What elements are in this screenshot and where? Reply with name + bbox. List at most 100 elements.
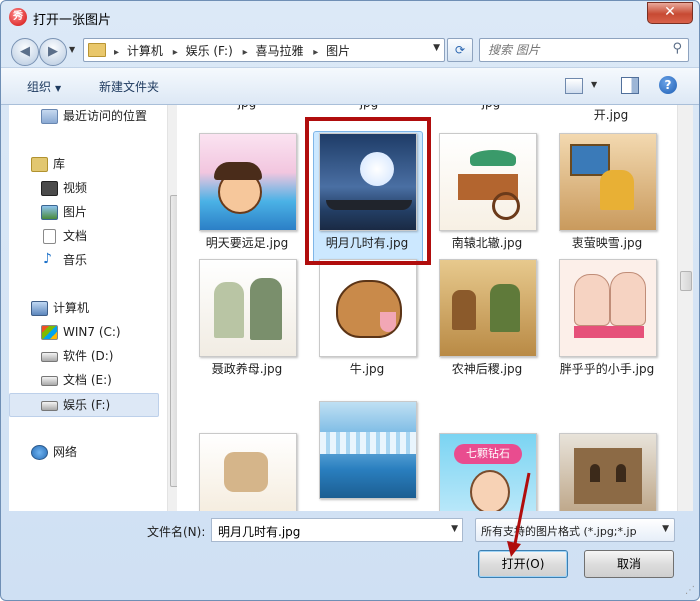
- thumbnail-sleeve-shape: [574, 326, 644, 338]
- pictures-icon: [41, 205, 58, 220]
- sidebar-item-pictures[interactable]: 图片: [9, 201, 157, 223]
- breadcrumb-pictures[interactable]: 图片: [326, 44, 350, 58]
- image-thumbnail: [199, 133, 297, 231]
- image-thumbnail: [439, 259, 537, 357]
- back-button[interactable]: ◀: [11, 38, 39, 66]
- thumbnail-wheel-shape: [492, 192, 520, 220]
- search-input[interactable]: [486, 41, 660, 59]
- sidebar-item-videos[interactable]: 视频: [9, 177, 157, 199]
- breadcrumb-drive-f[interactable]: 娱乐 (F:): [186, 44, 233, 58]
- file-item[interactable]: 胖乎乎的小手.jpg: [551, 245, 663, 395]
- sidebar-item-drive-e[interactable]: 文档 (E:): [9, 369, 157, 391]
- sidebar-item-recent-places[interactable]: 最近访问的位置: [9, 105, 157, 127]
- file-item[interactable]: [311, 395, 423, 511]
- file-item[interactable]: [551, 395, 663, 511]
- file-list-scrollbar-thumb[interactable]: [680, 271, 692, 291]
- image-thumbnail: [439, 133, 537, 231]
- close-button[interactable]: ✕: [647, 2, 693, 24]
- sidebar-item-label: 娱乐 (F:): [63, 398, 111, 412]
- chevron-down-icon[interactable]: ▼: [451, 524, 458, 534]
- sidebar-item-libraries[interactable]: 库: [9, 153, 157, 175]
- file-item[interactable]: 牛.jpg: [311, 245, 423, 395]
- image-thumbnail: [559, 433, 657, 511]
- file-name-partial: jpg: [435, 105, 547, 112]
- recent-places-icon: [41, 109, 58, 124]
- address-dropdown-icon[interactable]: ▼: [433, 43, 440, 53]
- dialog-title: 打开一张图片: [33, 13, 112, 28]
- sidebar-item-music[interactable]: ♪ 音乐: [9, 249, 157, 271]
- sidebar-item-label: 软件 (D:): [63, 349, 114, 363]
- organize-label: 组织: [27, 80, 52, 94]
- sidebar-item-label: 文档: [63, 229, 88, 243]
- preview-pane-icon[interactable]: [621, 77, 639, 94]
- filename-field[interactable]: [216, 522, 440, 540]
- sidebar-item-label: 图片: [63, 205, 88, 219]
- file-item[interactable]: [191, 395, 303, 511]
- file-name: 聂政养母.jpg: [211, 362, 283, 376]
- file-list: jpg jpg jpg 开.jpg 明天要远足.jpg 明月几时有.jpg: [177, 105, 677, 511]
- change-view-icon[interactable]: [565, 78, 583, 94]
- sidebar-item-label: 计算机: [53, 301, 90, 315]
- library-icon: [31, 157, 48, 172]
- search-icon[interactable]: ⚲: [672, 41, 682, 56]
- forward-arrow-icon: ▶: [48, 44, 58, 59]
- video-icon: [41, 181, 58, 196]
- file-name-partial: jpg: [313, 105, 425, 112]
- thumbnail-canopy-shape: [470, 150, 516, 166]
- breadcrumb-himalaya[interactable]: 喜马拉雅: [255, 44, 303, 58]
- recent-pages-dropdown-icon[interactable]: ▼: [69, 45, 75, 54]
- thumbnail-face-shape: [470, 470, 510, 511]
- sidebar-item-documents[interactable]: 文档: [9, 225, 157, 247]
- file-list-scrollbar[interactable]: [677, 105, 693, 511]
- refresh-button[interactable]: ⟳: [447, 38, 473, 62]
- sidebar-item-network[interactable]: 网络: [9, 441, 157, 463]
- thumbnail-moon-shape: [360, 152, 394, 186]
- help-icon[interactable]: ?: [659, 76, 677, 94]
- new-folder-button[interactable]: 新建文件夹: [99, 78, 159, 95]
- thumbnail-window-shape: [570, 144, 610, 176]
- network-icon: [31, 445, 48, 460]
- sidebar-item-drive-d[interactable]: 软件 (D:): [9, 345, 157, 367]
- thumbnail-window-shape: [590, 464, 600, 482]
- view-options-dropdown-icon[interactable]: ▼: [591, 80, 597, 89]
- resize-grip-icon[interactable]: ⋰: [685, 585, 695, 596]
- open-button[interactable]: 打开(O): [478, 550, 568, 578]
- toolbar: 组织 ▼ 新建文件夹 ▼ ?: [1, 67, 699, 105]
- thumbnail-hair-shape: [214, 162, 262, 180]
- thumbnail-waterfall-shape: [320, 432, 416, 454]
- sidebar-item-drive-c[interactable]: WIN7 (C:): [9, 321, 157, 343]
- organize-button[interactable]: 组织 ▼: [27, 78, 61, 95]
- navigation-pane: 最近访问的位置 库 视频 图片 文档 ♪ 音乐 计算机 WIN7 (C:) 软件…: [9, 105, 183, 511]
- thumbnail-figure-shape: [224, 452, 268, 492]
- search-box[interactable]: ⚲: [479, 38, 689, 62]
- thumbnail-figure-shape: [452, 290, 476, 330]
- sidebar-item-label: 文档 (E:): [63, 373, 112, 387]
- computer-icon: [31, 301, 48, 316]
- cancel-button[interactable]: 取消: [584, 550, 674, 578]
- breadcrumb-computer[interactable]: 计算机: [127, 44, 163, 58]
- breadcrumb-separator-icon[interactable]: ▸: [243, 47, 248, 58]
- address-bar[interactable]: ▸ 计算机 ▸ 娱乐 (F:) ▸ 喜马拉雅 ▸ 图片 ▼: [83, 38, 445, 62]
- thumbnail-hand-shape: [574, 274, 610, 326]
- breadcrumb-separator-icon[interactable]: ▸: [173, 47, 178, 58]
- file-item[interactable]: 农神后稷.jpg: [431, 245, 543, 395]
- app-logo-icon: 秀: [9, 8, 27, 26]
- breadcrumb-separator-icon[interactable]: ▸: [313, 47, 318, 58]
- sidebar-item-computer[interactable]: 计算机: [9, 297, 157, 319]
- chevron-down-icon[interactable]: ▼: [662, 524, 669, 534]
- filename-combobox[interactable]: ▼: [211, 518, 463, 542]
- chevron-down-icon: ▼: [55, 84, 62, 93]
- thumbnail-window-shape: [616, 464, 626, 482]
- title-bar: 秀 打开一张图片 ✕: [1, 1, 699, 35]
- drive-icon: [41, 376, 58, 386]
- file-item[interactable]: 聂政养母.jpg: [191, 245, 303, 395]
- file-item[interactable]: 七颗钻石: [431, 395, 543, 511]
- document-icon: [43, 229, 56, 244]
- sidebar-item-label: 视频: [63, 181, 88, 195]
- thumbnail-figure-shape: [250, 278, 282, 340]
- sidebar-item-drive-f[interactable]: 娱乐 (F:): [9, 393, 159, 417]
- breadcrumb-separator-icon[interactable]: ▸: [114, 47, 119, 58]
- file-type-select[interactable]: 所有支持的图片格式 (*.jpg;*.jp ▼: [475, 518, 675, 542]
- file-name-partial: jpg: [191, 105, 303, 112]
- forward-button[interactable]: ▶: [39, 38, 67, 66]
